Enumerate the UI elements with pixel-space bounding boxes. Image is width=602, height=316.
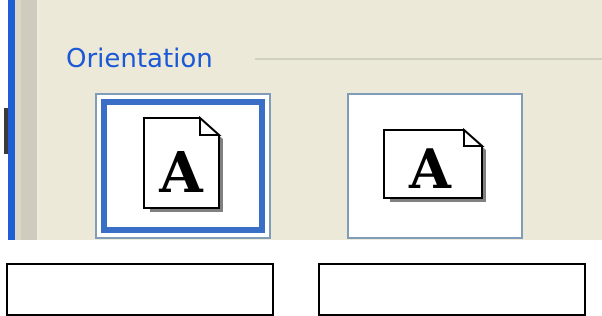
group-divider [255, 58, 602, 60]
window-frame-edge [8, 0, 15, 240]
portrait-orientation-button[interactable]: A [95, 93, 271, 239]
text-field-2[interactable] [318, 263, 586, 316]
portrait-glyph: A [158, 140, 204, 206]
landscape-page-icon: A [383, 128, 486, 202]
landscape-orientation-button[interactable]: A [347, 93, 523, 239]
window-frame-border [21, 0, 37, 240]
landscape-glyph: A [408, 137, 452, 201]
orientation-group-title: Orientation [66, 44, 213, 74]
text-field-1[interactable] [6, 263, 274, 316]
portrait-page-icon: A [143, 116, 223, 212]
